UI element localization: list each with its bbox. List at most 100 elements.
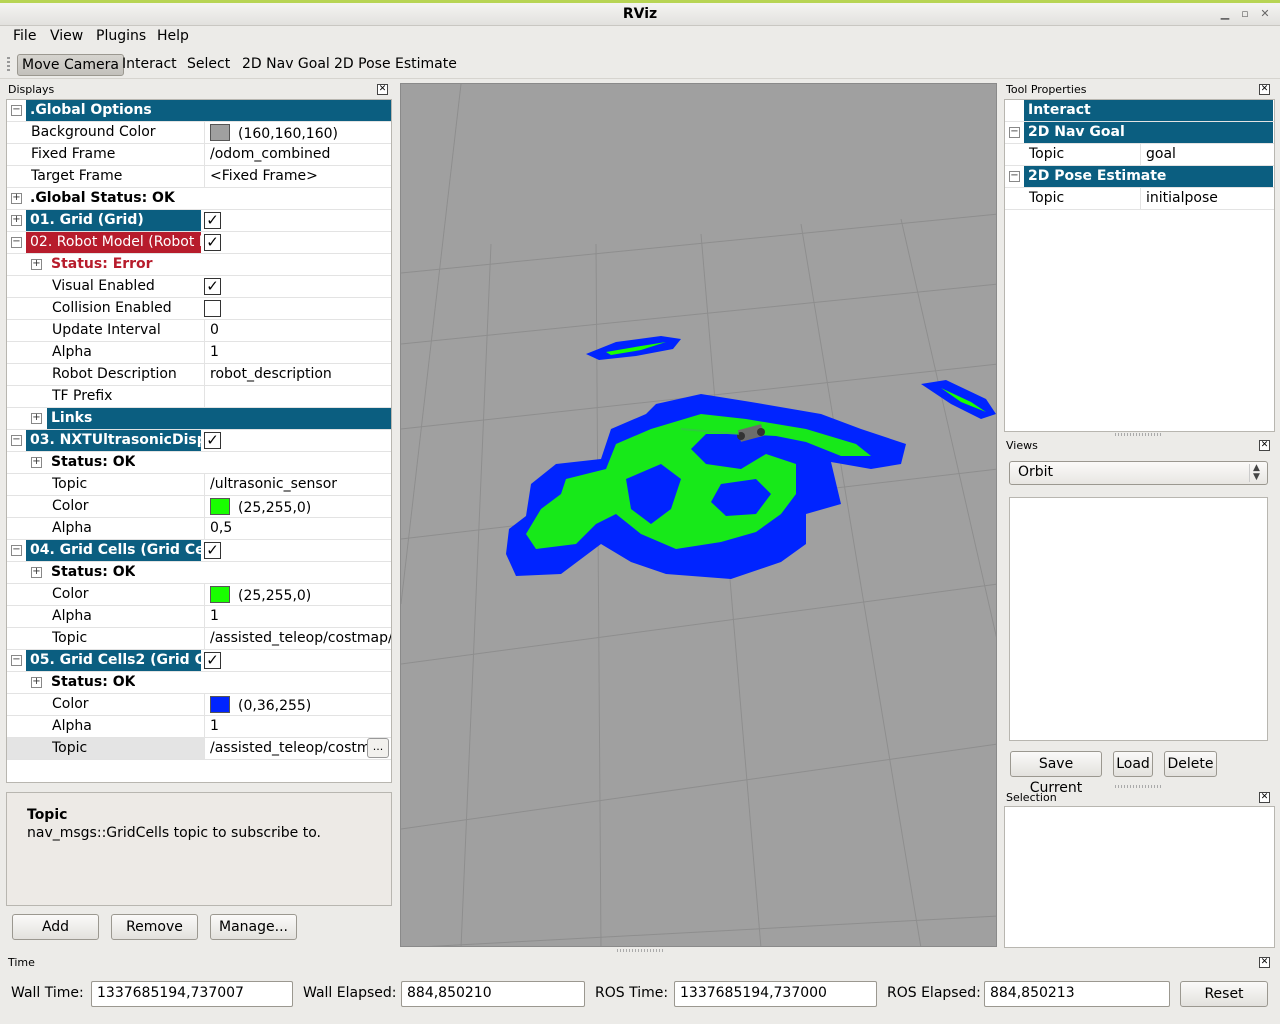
- expand-icon[interactable]: +: [31, 413, 42, 424]
- update-interval-value[interactable]: 0: [204, 320, 391, 341]
- ultrasonic-enabled-checkbox[interactable]: ✓: [204, 432, 221, 449]
- collapse-icon[interactable]: −: [11, 655, 22, 666]
- add-display-button[interactable]: Add: [12, 914, 99, 940]
- collapse-icon[interactable]: −: [1009, 127, 1020, 138]
- grid-cells-status-row[interactable]: + Status: OK: [7, 562, 391, 584]
- grid-cells-color-row[interactable]: Color (25,255,0): [7, 584, 391, 606]
- ultrasonic-alpha-row[interactable]: Alpha 0,5: [7, 518, 391, 540]
- tool-properties-tree[interactable]: Interact − 2D Nav Goal Topic goal − 2D P…: [1004, 99, 1275, 432]
- browse-topic-button[interactable]: ...: [367, 738, 389, 758]
- expand-icon[interactable]: +: [11, 193, 22, 204]
- wall-elapsed-field[interactable]: 884,850210: [401, 981, 585, 1007]
- tp-nav-goal-row[interactable]: − 2D Nav Goal: [1005, 122, 1274, 144]
- close-tool-properties-icon[interactable]: ✕: [1259, 84, 1270, 95]
- menu-help[interactable]: Help: [157, 28, 189, 44]
- close-selection-icon[interactable]: ✕: [1259, 792, 1270, 803]
- grid-cells-topic-value[interactable]: /assisted_teleop/costmap/ob: [204, 628, 391, 649]
- expand-icon[interactable]: +: [31, 567, 42, 578]
- tp-nav-goal-topic-value[interactable]: goal: [1140, 144, 1274, 165]
- scene-canvas[interactable]: [401, 84, 997, 947]
- tp-nav-goal-topic-row[interactable]: Topic goal: [1005, 144, 1274, 166]
- views-list[interactable]: [1009, 497, 1268, 741]
- ros-elapsed-field[interactable]: 884,850213: [984, 981, 1170, 1007]
- grid-cells2-topic-row[interactable]: Topic /assisted_teleop/costma ...: [7, 738, 391, 760]
- render-viewport[interactable]: [400, 83, 997, 947]
- close-window-icon[interactable]: ✕: [1258, 7, 1272, 21]
- grid-enabled-checkbox[interactable]: ✓: [204, 212, 221, 229]
- close-views-icon[interactable]: ✕: [1259, 440, 1270, 451]
- tool-2d-pose-estimate[interactable]: 2D Pose Estimate: [330, 54, 461, 76]
- tf-prefix-row[interactable]: TF Prefix: [7, 386, 391, 408]
- reset-time-button[interactable]: Reset: [1180, 981, 1268, 1007]
- tool-select[interactable]: Select: [183, 54, 234, 76]
- visual-enabled-checkbox[interactable]: ✓: [204, 278, 221, 295]
- visual-enabled-row[interactable]: Visual Enabled ✓: [7, 276, 391, 298]
- tp-pose-topic-row[interactable]: Topic initialpose: [1005, 188, 1274, 210]
- target-frame-value[interactable]: <Fixed Frame>: [204, 166, 391, 187]
- global-status-row[interactable]: + .Global Status: OK: [7, 188, 391, 210]
- menu-view[interactable]: View: [50, 28, 83, 44]
- selection-tree[interactable]: [1004, 806, 1275, 948]
- grid-cells-alpha-row[interactable]: Alpha 1: [7, 606, 391, 628]
- expand-icon[interactable]: +: [31, 457, 42, 468]
- grid-cells2-display-row[interactable]: − 05. Grid Cells2 (Grid C ✓: [7, 650, 391, 672]
- grid-cells-topic-row[interactable]: Topic /assisted_teleop/costmap/ob: [7, 628, 391, 650]
- collapse-icon[interactable]: −: [11, 435, 22, 446]
- delete-view-button[interactable]: Delete: [1164, 751, 1217, 777]
- splitter-handle[interactable]: [617, 949, 663, 952]
- robot-description-row[interactable]: Robot Description robot_description: [7, 364, 391, 386]
- save-current-view-button[interactable]: Save Current: [1010, 751, 1102, 796]
- grid-cells-alpha-value[interactable]: 1: [204, 606, 391, 627]
- tp-interact-row[interactable]: Interact: [1005, 100, 1274, 122]
- close-displays-icon[interactable]: ✕: [377, 84, 388, 95]
- grid-cells2-alpha-value[interactable]: 1: [204, 716, 391, 737]
- ultrasonic-display-row[interactable]: − 03. NXTUltrasonicDisp ✓: [7, 430, 391, 452]
- wall-time-field[interactable]: 1337685194,737007: [91, 981, 293, 1007]
- grid-cells-display-row[interactable]: − 04. Grid Cells (Grid Ce ✓: [7, 540, 391, 562]
- collapse-icon[interactable]: −: [1009, 171, 1020, 182]
- expand-icon[interactable]: +: [31, 677, 42, 688]
- splitter-handle[interactable]: [1115, 433, 1163, 436]
- grid-cells2-color-value[interactable]: (0,36,255): [204, 694, 391, 715]
- collapse-icon[interactable]: −: [11, 237, 22, 248]
- robot-model-status-row[interactable]: + Status: Error: [7, 254, 391, 276]
- manage-displays-button[interactable]: Manage...: [210, 914, 297, 940]
- maximize-icon[interactable]: ▫: [1238, 7, 1252, 21]
- minimize-icon[interactable]: ▁: [1218, 7, 1232, 21]
- grid-cells2-topic-editor[interactable]: /assisted_teleop/costma ...: [204, 738, 391, 759]
- grid-cells2-status-row[interactable]: + Status: OK: [7, 672, 391, 694]
- grid-display-row[interactable]: + 01. Grid (Grid) ✓: [7, 210, 391, 232]
- menu-plugins[interactable]: Plugins: [96, 28, 146, 44]
- collision-enabled-row[interactable]: Collision Enabled: [7, 298, 391, 320]
- robot-alpha-value[interactable]: 1: [204, 342, 391, 363]
- menu-file[interactable]: File: [13, 28, 36, 44]
- load-view-button[interactable]: Load: [1113, 751, 1153, 777]
- splitter-handle[interactable]: [1115, 785, 1163, 788]
- expand-icon[interactable]: +: [11, 215, 22, 226]
- grid-cells2-color-row[interactable]: Color (0,36,255): [7, 694, 391, 716]
- collision-enabled-checkbox[interactable]: [204, 300, 221, 317]
- tool-2d-nav-goal[interactable]: 2D Nav Goal: [238, 54, 334, 76]
- tp-pose-topic-value[interactable]: initialpose: [1140, 188, 1274, 209]
- grid-cells-enabled-checkbox[interactable]: ✓: [204, 542, 221, 559]
- toolbar-grip-icon[interactable]: [7, 57, 10, 73]
- displays-tree[interactable]: − .Global Options Background Color (160,…: [6, 99, 392, 783]
- view-type-select[interactable]: Orbit ▲ ▼: [1009, 461, 1268, 485]
- update-interval-row[interactable]: Update Interval 0: [7, 320, 391, 342]
- target-frame-row[interactable]: Target Frame <Fixed Frame>: [7, 166, 391, 188]
- tf-prefix-value[interactable]: [204, 386, 391, 407]
- grid-cells-color-value[interactable]: (25,255,0): [204, 584, 391, 605]
- background-color-row[interactable]: Background Color (160,160,160): [7, 122, 391, 144]
- grid-cells2-enabled-checkbox[interactable]: ✓: [204, 652, 221, 669]
- ultrasonic-color-row[interactable]: Color (25,255,0): [7, 496, 391, 518]
- robot-alpha-row[interactable]: Alpha 1: [7, 342, 391, 364]
- robot-description-value[interactable]: robot_description: [204, 364, 391, 385]
- ultrasonic-alpha-value[interactable]: 0,5: [204, 518, 391, 539]
- tool-move-camera[interactable]: Move Camera: [17, 54, 124, 76]
- close-time-icon[interactable]: ✕: [1259, 957, 1270, 968]
- tp-pose-estimate-row[interactable]: − 2D Pose Estimate: [1005, 166, 1274, 188]
- robot-model-row[interactable]: − 02. Robot Model (Robot M ✓: [7, 232, 391, 254]
- robot-model-enabled-checkbox[interactable]: ✓: [204, 234, 221, 251]
- fixed-frame-row[interactable]: Fixed Frame /odom_combined: [7, 144, 391, 166]
- global-options-row[interactable]: − .Global Options: [7, 100, 391, 122]
